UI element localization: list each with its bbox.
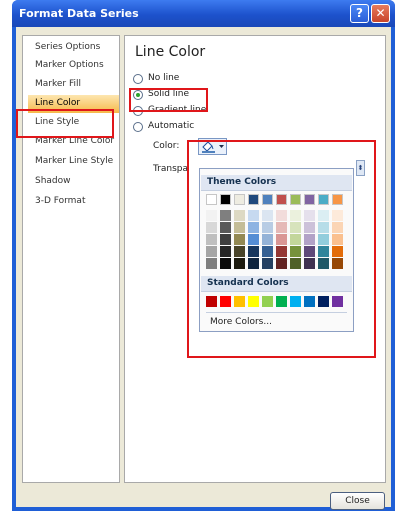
dropdown-separator (206, 312, 347, 313)
theme-shade-swatch[interactable] (304, 222, 315, 233)
nav-item-marker-line-style[interactable]: Marker Line Style (35, 156, 113, 166)
help-button[interactable]: ? (350, 4, 369, 23)
standard-color-swatch[interactable] (234, 296, 245, 307)
theme-shade-swatch[interactable] (318, 210, 329, 221)
theme-shade-swatch[interactable] (234, 246, 245, 257)
theme-shade-swatch[interactable] (276, 246, 287, 257)
theme-shade-swatch[interactable] (276, 222, 287, 233)
theme-shade-swatch[interactable] (248, 258, 259, 269)
standard-color-swatch[interactable] (318, 296, 329, 307)
theme-shade-swatch[interactable] (332, 258, 343, 269)
theme-colors-header: Theme Colors (201, 175, 352, 191)
theme-color-swatch[interactable] (262, 194, 273, 205)
theme-shade-swatch[interactable] (332, 234, 343, 245)
theme-shade-swatch[interactable] (332, 222, 343, 233)
color-label: Color: (153, 141, 180, 151)
theme-shade-swatch[interactable] (262, 234, 273, 245)
theme-shade-swatch[interactable] (318, 258, 329, 269)
color-dropdown: Theme Colors Standard Colors More Colors… (199, 168, 354, 332)
theme-shade-swatch[interactable] (234, 210, 245, 221)
standard-color-swatch[interactable] (304, 296, 315, 307)
theme-shade-swatch[interactable] (220, 222, 231, 233)
theme-shade-swatch[interactable] (276, 258, 287, 269)
panel-title: Line Color (135, 44, 206, 60)
theme-shade-swatch[interactable] (248, 222, 259, 233)
theme-color-swatch[interactable] (290, 194, 301, 205)
standard-color-swatch[interactable] (332, 296, 343, 307)
theme-shade-swatch[interactable] (248, 234, 259, 245)
theme-shade-swatch[interactable] (220, 210, 231, 221)
theme-shade-swatch[interactable] (332, 246, 343, 257)
transparency-label: Transpa (153, 164, 189, 174)
no-line-label[interactable]: No line (148, 73, 179, 83)
theme-color-swatch[interactable] (248, 194, 259, 205)
standard-colors-header: Standard Colors (201, 276, 352, 292)
automatic-radio[interactable] (133, 122, 143, 132)
theme-shade-swatch[interactable] (206, 246, 217, 257)
dialog-title: Format Data Series (19, 7, 139, 20)
theme-shade-swatch[interactable] (262, 258, 273, 269)
nav-item-series-options[interactable]: Series Options (35, 42, 100, 52)
theme-shade-swatch[interactable] (276, 234, 287, 245)
theme-shade-swatch[interactable] (262, 222, 273, 233)
theme-shade-swatch[interactable] (206, 222, 217, 233)
close-button[interactable]: Close (330, 492, 385, 510)
theme-shade-swatch[interactable] (248, 210, 259, 221)
theme-shade-swatch[interactable] (206, 258, 217, 269)
theme-shade-swatch[interactable] (318, 246, 329, 257)
theme-shade-swatch[interactable] (234, 258, 245, 269)
category-list: Series Options Marker Options Marker Fil… (22, 35, 120, 483)
title-bar[interactable]: Format Data Series ? ✕ (12, 0, 395, 27)
theme-shade-swatch[interactable] (234, 222, 245, 233)
nav-item-marker-options[interactable]: Marker Options (35, 60, 104, 70)
theme-color-swatch[interactable] (332, 194, 343, 205)
theme-color-swatch[interactable] (234, 194, 245, 205)
solid-line-highlight-box (129, 88, 208, 112)
nav-item-shadow[interactable]: Shadow (35, 176, 71, 186)
standard-color-swatch[interactable] (220, 296, 231, 307)
theme-shade-swatch[interactable] (276, 210, 287, 221)
standard-color-swatch[interactable] (262, 296, 273, 307)
theme-shade-swatch[interactable] (290, 246, 301, 257)
line-color-highlight-box (16, 109, 114, 138)
nav-item-line-color[interactable]: Line Color (35, 98, 80, 108)
theme-shade-swatch[interactable] (304, 210, 315, 221)
theme-color-swatch[interactable] (304, 194, 315, 205)
standard-color-swatch[interactable] (290, 296, 301, 307)
theme-shade-swatch[interactable] (220, 246, 231, 257)
theme-shade-swatch[interactable] (290, 234, 301, 245)
theme-shade-swatch[interactable] (304, 246, 315, 257)
theme-shade-swatch[interactable] (318, 234, 329, 245)
theme-shade-swatch[interactable] (206, 210, 217, 221)
theme-shade-swatch[interactable] (262, 210, 273, 221)
theme-shade-swatch[interactable] (290, 258, 301, 269)
theme-shade-swatch[interactable] (220, 234, 231, 245)
theme-shade-swatch[interactable] (304, 234, 315, 245)
nav-item-3d-format[interactable]: 3-D Format (35, 196, 85, 206)
theme-shade-swatch[interactable] (248, 246, 259, 257)
theme-shade-swatch[interactable] (332, 210, 343, 221)
theme-shade-swatch[interactable] (318, 222, 329, 233)
nav-item-marker-fill[interactable]: Marker Fill (35, 79, 81, 89)
theme-color-swatch[interactable] (318, 194, 329, 205)
theme-shade-swatch[interactable] (234, 234, 245, 245)
standard-color-swatch[interactable] (276, 296, 287, 307)
close-window-button[interactable]: ✕ (371, 4, 390, 23)
standard-color-swatch[interactable] (248, 296, 259, 307)
theme-shade-swatch[interactable] (206, 234, 217, 245)
theme-color-swatch[interactable] (276, 194, 287, 205)
theme-color-swatch[interactable] (220, 194, 231, 205)
theme-shade-swatch[interactable] (290, 210, 301, 221)
theme-shade-swatch[interactable] (262, 246, 273, 257)
more-colors-link[interactable]: More Colors... (210, 317, 272, 327)
theme-shade-swatch[interactable] (220, 258, 231, 269)
standard-color-swatch[interactable] (206, 296, 217, 307)
theme-shade-swatch[interactable] (290, 222, 301, 233)
theme-shade-swatch[interactable] (304, 258, 315, 269)
theme-color-swatch[interactable] (206, 194, 217, 205)
automatic-label[interactable]: Automatic (148, 121, 194, 131)
no-line-radio[interactable] (133, 74, 143, 84)
